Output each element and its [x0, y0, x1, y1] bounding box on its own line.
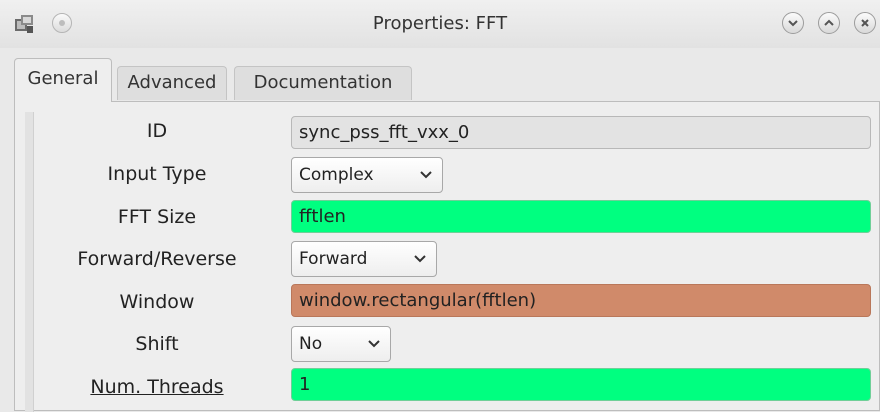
title-bar: Properties: FFT [0, 0, 880, 48]
fft-size-field[interactable]: fftlen [291, 200, 871, 233]
input-type-value: Complex [299, 165, 374, 185]
input-type-select[interactable]: Complex [291, 157, 443, 193]
forward-reverse-label: Forward/Reverse [77, 248, 237, 270]
window-field[interactable]: window.rectangular(fftlen) [291, 284, 871, 317]
window-label: Window [119, 291, 195, 313]
shift-value: No [299, 334, 323, 354]
window-title: Properties: FFT [372, 13, 508, 34]
id-field[interactable]: sync_pss_fft_vxx_0 [291, 116, 871, 149]
chevron-down-icon [368, 340, 380, 348]
chevron-up-icon[interactable] [818, 12, 840, 34]
id-label: ID [146, 120, 168, 142]
num-threads-field[interactable]: 1 [291, 368, 871, 401]
chevron-down-icon [414, 255, 426, 263]
close-icon[interactable] [854, 12, 876, 34]
forward-reverse-select[interactable]: Forward [291, 241, 437, 277]
tab-general[interactable]: General [14, 58, 112, 102]
chevron-down-icon[interactable] [782, 12, 804, 34]
tab-advanced[interactable]: Advanced [117, 66, 227, 100]
num-threads-label: Num. Threads [90, 376, 224, 398]
input-type-label: Input Type [107, 163, 207, 185]
forward-reverse-value: Forward [299, 249, 368, 269]
fft-size-label: FFT Size [117, 206, 197, 228]
chevron-down-icon [420, 171, 432, 179]
shift-select[interactable]: No [291, 326, 391, 362]
tab-documentation[interactable]: Documentation [234, 66, 412, 100]
properties-dialog: Properties: FFT General Advanced Documen… [0, 0, 880, 412]
shift-label: Shift [135, 333, 179, 355]
